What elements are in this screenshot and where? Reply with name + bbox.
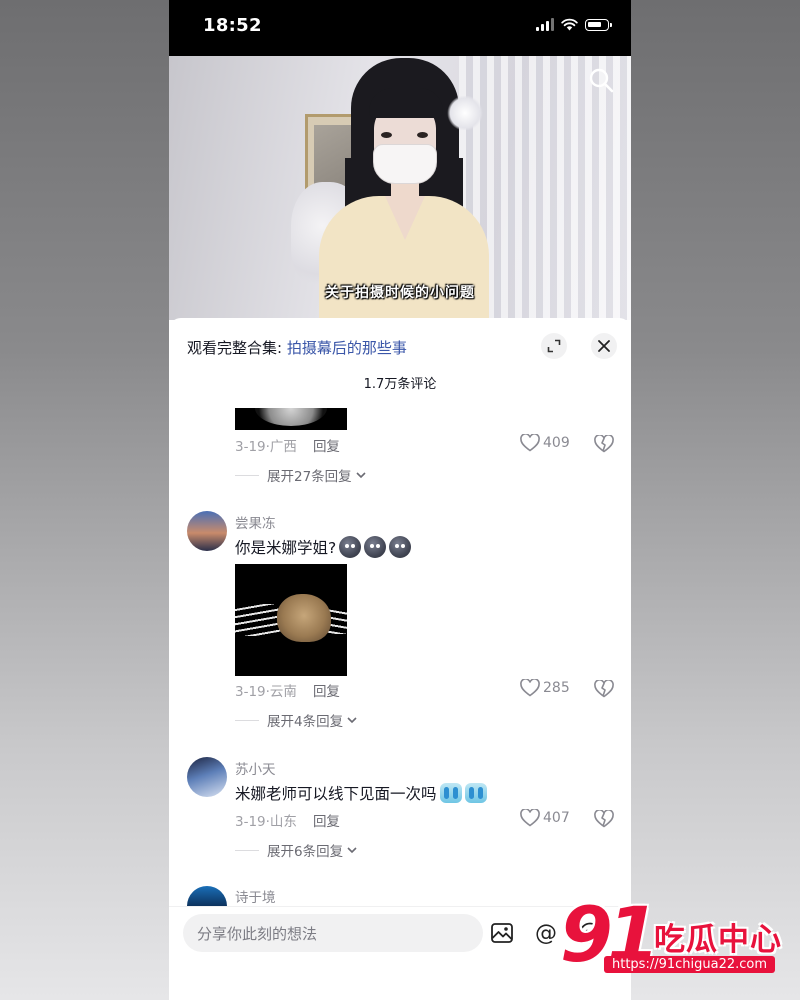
comment-text: 米娜老师可以线下见面一次吗: [235, 782, 487, 804]
phone-screen: 18:52 关于拍摄时候的小问题 观看完整合集: 拍摄幕后的那些事 1.7万条评…: [169, 0, 631, 1000]
expand-replies[interactable]: 展开4条回复: [235, 710, 358, 730]
sticker-emoji-icon: [339, 536, 362, 558]
collection-link[interactable]: 拍摄幕后的那些事: [287, 339, 407, 357]
expand-replies-label: 展开6条回复: [267, 844, 344, 860]
expand-icon: [547, 339, 561, 353]
reply-button[interactable]: 回复: [313, 814, 340, 830]
crying-emoji-icon: [464, 783, 487, 803]
close-button[interactable]: [591, 333, 617, 359]
mention-button[interactable]: @: [533, 920, 559, 946]
comment-username[interactable]: 诗于境: [235, 886, 276, 906]
expand-replies[interactable]: 展开6条回复: [235, 840, 358, 860]
comment-count: 1.7万条评论: [363, 377, 437, 392]
avatar[interactable]: [187, 511, 227, 551]
wifi-icon: [561, 18, 578, 31]
avatar[interactable]: [187, 757, 227, 797]
watermark-logo: 91 吃瓜中心 https://91chigua22.com: [560, 890, 790, 980]
comment-username[interactable]: 苏小天: [235, 758, 276, 778]
heart-icon: [520, 434, 540, 452]
video-player[interactable]: 关于拍摄时候的小问题: [169, 56, 631, 320]
cellular-signal-icon: [536, 18, 554, 31]
like-button[interactable]: 409: [520, 434, 570, 452]
expand-replies[interactable]: 展开27条回复: [235, 465, 367, 485]
comment-meta: 3-19·山东 回复: [235, 810, 340, 830]
comment-text: 你是米娜学姐?: [235, 536, 412, 558]
heart-icon: [520, 809, 540, 827]
expand-replies-label: 展开27条回复: [267, 469, 352, 485]
comment-text-content: 你是米娜学姐?: [235, 539, 337, 557]
sticker-emoji-icon: [364, 536, 387, 558]
heart-icon: [520, 679, 540, 697]
like-button[interactable]: 407: [520, 809, 570, 827]
reply-button[interactable]: 回复: [313, 684, 340, 700]
like-button[interactable]: 285: [520, 679, 570, 697]
comment-date: 3-19·山东: [235, 814, 297, 830]
like-count: 285: [543, 680, 570, 696]
sticker-emoji-icon: [389, 536, 412, 558]
video-subtitle: 关于拍摄时候的小问题: [325, 285, 475, 301]
comment-input[interactable]: 分享你此刻的想法: [183, 914, 483, 952]
at-icon: @: [535, 920, 557, 946]
comment-meta: 3-19·云南 回复: [235, 680, 340, 700]
collection-banner[interactable]: 观看完整合集: 拍摄幕后的那些事: [187, 337, 407, 358]
watermark-brand: 吃瓜中心: [654, 922, 782, 958]
comment-username[interactable]: 尝果冻: [235, 512, 276, 532]
expand-replies-label: 展开4条回复: [267, 714, 344, 730]
status-icons: [536, 18, 612, 31]
image-picker-button[interactable]: [489, 920, 515, 946]
close-icon: [598, 340, 610, 352]
chevron-down-icon: [347, 717, 357, 724]
comment-date: 3-19·云南: [235, 684, 297, 700]
video-person: [319, 58, 489, 320]
search-icon[interactable]: [587, 66, 615, 94]
like-count: 409: [543, 435, 570, 451]
comment-meta: 3-19·广西 回复: [235, 435, 340, 455]
chevron-down-icon: [347, 847, 357, 854]
battery-icon: [585, 18, 612, 31]
collection-prefix: 观看完整合集:: [187, 339, 287, 357]
reply-button[interactable]: 回复: [313, 439, 340, 455]
dislike-icon[interactable]: [594, 810, 614, 828]
watermark-url: https://91chigua22.com: [604, 956, 776, 973]
crying-emoji-icon: [439, 783, 462, 803]
avatar[interactable]: [187, 886, 227, 908]
status-time: 18:52: [203, 15, 262, 36]
comment-date: 3-19·广西: [235, 439, 297, 455]
dislike-icon[interactable]: [594, 435, 614, 453]
dislike-icon[interactable]: [594, 680, 614, 698]
chevron-down-icon: [356, 472, 366, 479]
comment-image[interactable]: [235, 408, 347, 430]
like-count: 407: [543, 810, 570, 826]
status-bar: 18:52: [169, 0, 631, 56]
comment-input-placeholder: 分享你此刻的想法: [197, 924, 318, 943]
comment-gif[interactable]: [235, 564, 347, 676]
expand-button[interactable]: [541, 333, 567, 359]
image-icon: [491, 923, 513, 943]
comment-text-content: 米娜老师可以线下见面一次吗: [235, 785, 437, 803]
